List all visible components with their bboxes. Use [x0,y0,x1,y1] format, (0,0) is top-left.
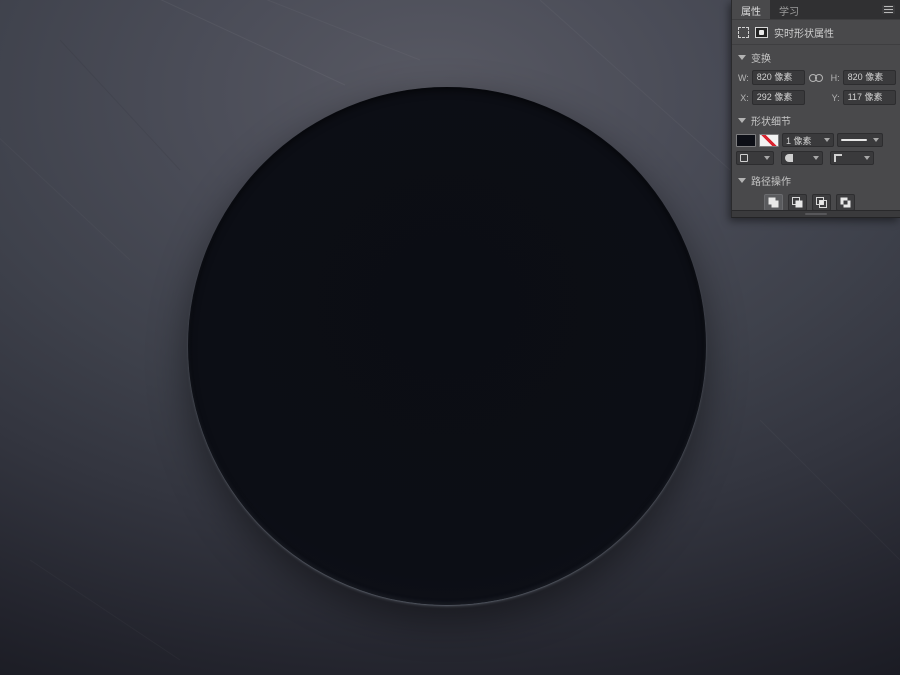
section-path-operations[interactable]: 路径操作 [732,168,900,191]
collapse-caret-icon [738,55,746,60]
height-input[interactable]: 820 像素 [842,70,896,85]
y-input[interactable]: 117 像素 [842,90,896,105]
chevron-down-icon [813,156,819,160]
intersect-shape-areas-icon [816,197,827,208]
chevron-down-icon [824,138,830,142]
section-shape-details[interactable]: 形状细节 [732,108,900,131]
chevron-down-icon [873,138,879,142]
panel-resize-handle[interactable] [732,210,900,217]
section-transform-label: 变换 [751,54,771,65]
stroke-align-select[interactable] [736,151,774,165]
section-path-operations-label: 路径操作 [751,177,791,188]
combine-shapes-button[interactable] [764,194,783,211]
combine-shapes-icon [768,197,779,208]
panel-title: 实时形状属性 [774,29,834,40]
width-input[interactable]: 820 像素 [751,70,806,85]
stroke-align-icon [740,154,748,162]
solid-line-icon [841,139,867,141]
xy-row: X: 292 像素 Y: 117 像素 [736,90,896,105]
stroke-cap-select[interactable] [781,151,823,165]
transform-bounds-icon[interactable] [738,27,749,38]
path-operations-row [764,194,900,211]
stroke-corner-icon [834,154,842,162]
stroke-corner-select[interactable] [830,151,874,165]
stroke-options-row [736,151,896,165]
panel-menu-icon[interactable] [882,5,895,14]
h-label: H: [830,72,840,83]
x-input[interactable]: 292 像素 [751,90,806,105]
link-wh-icon[interactable] [808,73,824,83]
x-label: X: [740,92,749,103]
subtract-front-shape-button[interactable] [788,194,807,211]
exclude-overlapping-shapes-icon [840,197,851,208]
section-transform[interactable]: 变换 [732,45,900,68]
properties-panel: 属性 学习 实时形状属性 变换 W: 820 像素 H: 820 像素 X: 2… [731,0,900,218]
panel-tabbar: 属性 学习 [732,0,900,20]
subtract-front-shape-icon [792,197,803,208]
stroke-style-select[interactable] [837,133,883,147]
chevron-down-icon [764,156,770,160]
stroke-width-value: 1 像素 [786,135,812,146]
tab-properties[interactable]: 属性 [732,0,770,19]
stroke-cap-icon [785,154,793,162]
stroke-width-select[interactable]: 1 像素 [782,133,834,147]
fill-stroke-row: 1 像素 [736,133,896,147]
y-label: Y: [831,92,840,103]
ellipse-shape[interactable] [188,87,706,605]
shape-mask-icon[interactable] [755,27,768,38]
exclude-overlapping-shapes-button[interactable] [836,194,855,211]
tab-learn[interactable]: 学习 [770,0,808,19]
section-shape-details-label: 形状细节 [751,117,791,128]
intersect-shape-areas-button[interactable] [812,194,831,211]
w-label: W: [737,72,749,83]
wh-row: W: 820 像素 H: 820 像素 [736,70,896,85]
fill-color-swatch[interactable] [736,133,756,147]
shape-properties-header: 实时形状属性 [732,20,900,45]
collapse-caret-icon [738,178,746,183]
chevron-down-icon [864,156,870,160]
stroke-color-swatch[interactable] [759,133,779,147]
collapse-caret-icon [738,118,746,123]
